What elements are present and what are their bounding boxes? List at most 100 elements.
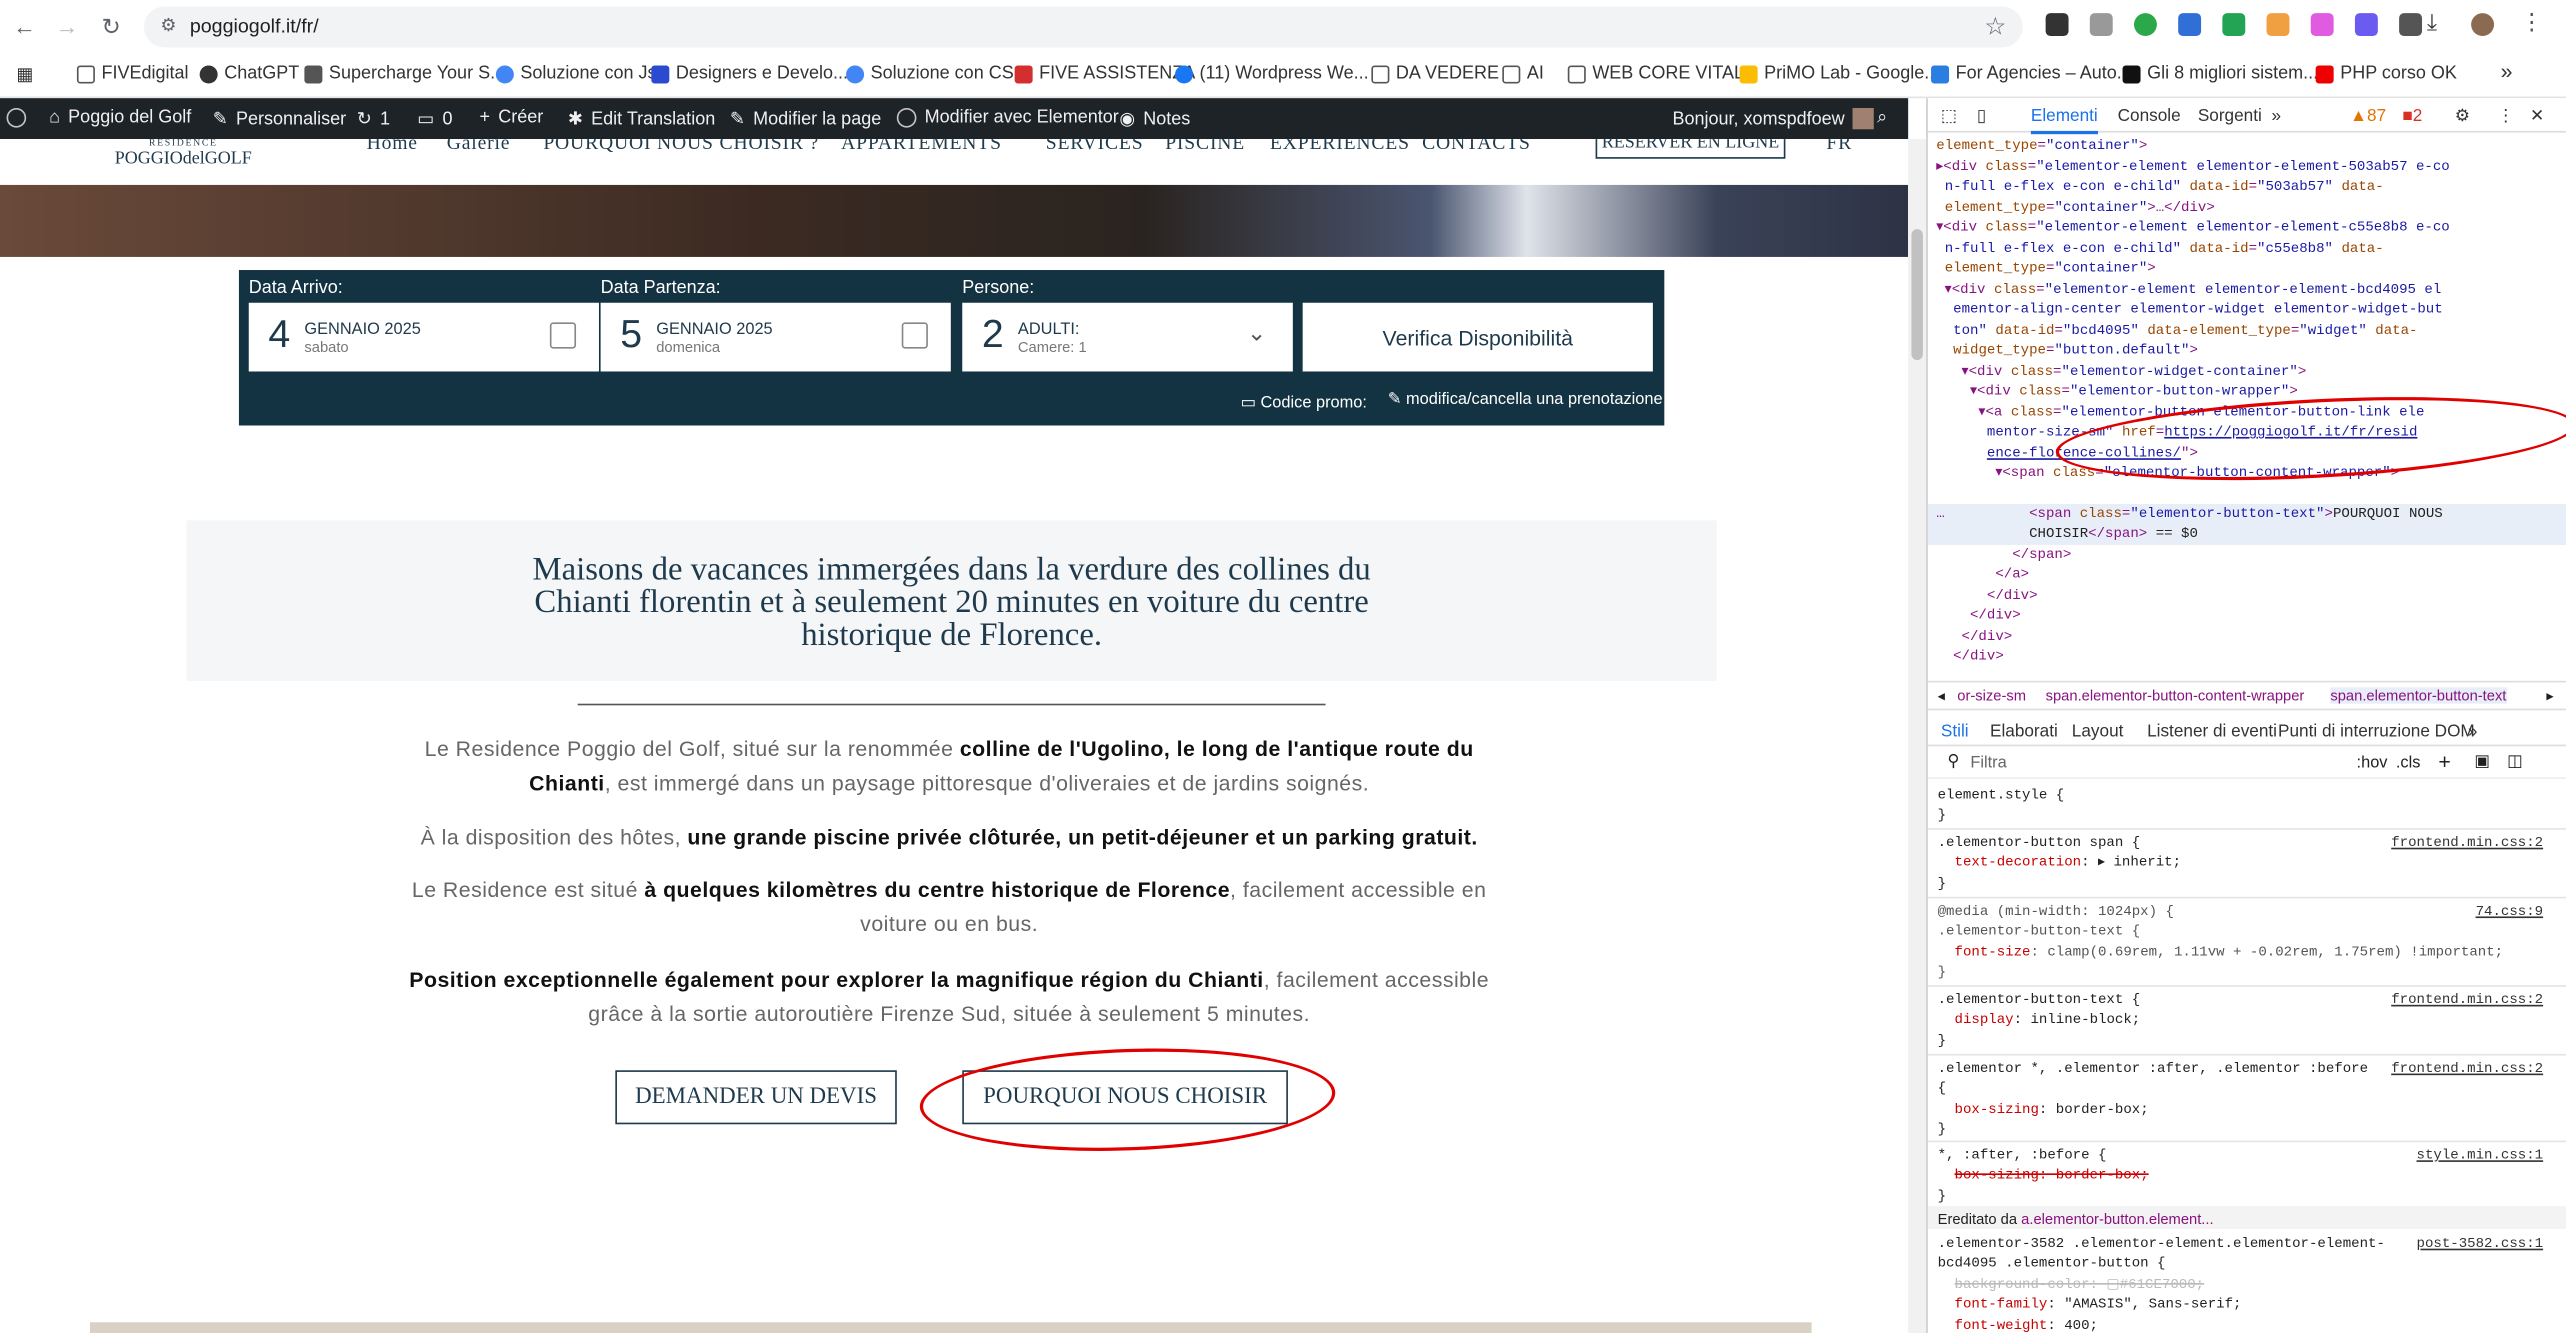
forward-icon[interactable]: → bbox=[56, 13, 79, 39]
bookmark-agencies[interactable]: For Agencies – Auto... bbox=[1931, 64, 2132, 83]
departure-date-field[interactable]: 5 GENNAIO 2025 domenica bbox=[600, 302, 951, 372]
wp-edit-page[interactable]: ✎ Modifier la page bbox=[730, 108, 881, 129]
apps-grid-icon[interactable]: ▦ bbox=[16, 64, 33, 85]
more-bookmarks-icon[interactable]: » bbox=[2501, 59, 2513, 84]
hov-toggle[interactable]: :hov bbox=[2357, 754, 2388, 772]
bookmark-migliori-sistemi[interactable]: Gli 8 migliori sistem... bbox=[2122, 64, 2318, 83]
bookmark-soluzione-css[interactable]: Soluzione con CSS bbox=[846, 64, 1026, 83]
crumb-size[interactable]: or-size-sm bbox=[1957, 687, 2026, 703]
back-icon[interactable]: ← bbox=[13, 13, 36, 39]
extension-orange-icon[interactable] bbox=[2266, 13, 2290, 37]
filter-input[interactable]: Filtra bbox=[1970, 754, 2006, 772]
download-icon[interactable]: ⤓ bbox=[2426, 8, 2450, 34]
bookmark-five-assistenza[interactable]: FIVE ASSISTENZA bbox=[1014, 64, 1195, 83]
site-info-icon[interactable]: ⚙ bbox=[160, 15, 176, 36]
extension-hex-icon[interactable] bbox=[2222, 13, 2246, 37]
bookmark-chatgpt[interactable]: ChatGPT bbox=[199, 64, 299, 83]
dom-tree: element_type="container"> ▸<div class="e… bbox=[1927, 133, 2566, 685]
menu-experiences[interactable]: EXPERIENCES bbox=[1270, 139, 1410, 155]
settings-gear-icon[interactable]: ⚙ bbox=[2455, 106, 2470, 126]
devtools-menu-icon[interactable]: ⋮ bbox=[2497, 106, 2514, 126]
menu-kebab-icon[interactable]: ⋮ bbox=[2520, 8, 2544, 34]
crumb-button-text[interactable]: span.elementor-button-text bbox=[2330, 687, 2507, 704]
extension-green-icon[interactable] bbox=[2133, 13, 2157, 37]
inspect-icon[interactable]: ⬚ bbox=[1941, 106, 1957, 126]
extension-pink-icon[interactable] bbox=[2310, 13, 2334, 37]
wp-site-name[interactable]: ⌂ Poggio del Golf bbox=[49, 108, 191, 128]
check-availability-button[interactable]: Verifica Disponibilità bbox=[1302, 302, 1653, 372]
wp-new[interactable]: + Créer bbox=[479, 108, 543, 128]
tab-sorgenti[interactable]: Sorgenti bbox=[2198, 106, 2262, 126]
wordpress-logo-icon[interactable] bbox=[6, 108, 27, 128]
profile-avatar[interactable] bbox=[2471, 13, 2495, 37]
bookmark-soluzione-js[interactable]: Soluzione con Js bbox=[495, 64, 657, 83]
cls-toggle[interactable]: .cls bbox=[2396, 754, 2421, 772]
menu-home[interactable]: Home bbox=[367, 139, 418, 155]
bookmark-wordpress[interactable]: (11) Wordpress We... bbox=[1175, 64, 1369, 83]
arrival-date-field[interactable]: 4 GENNAIO 2025 sabato bbox=[248, 302, 599, 372]
tab-listener[interactable]: Listener di eventi bbox=[2147, 722, 2277, 742]
more-tabs-icon[interactable]: » bbox=[2271, 106, 2281, 126]
close-icon[interactable]: ✕ bbox=[2530, 106, 2544, 126]
extension-d-icon[interactable] bbox=[2354, 13, 2378, 37]
errors-count[interactable]: ■2 bbox=[2402, 106, 2422, 126]
sidebar-toggle-icon[interactable]: ◫ bbox=[2507, 753, 2522, 771]
address-bar[interactable]: ⚙ poggiogolf.it/fr/ ☆ bbox=[144, 6, 2023, 48]
promo-code-link[interactable]: ▭ Codice promo: bbox=[1240, 394, 1366, 412]
rule-universal: *, :after, :before {style.min.css:1 box-… bbox=[1937, 1147, 2544, 1205]
persons-select[interactable]: 2 ADULTI: Camere: 1 ⌄ bbox=[962, 302, 1293, 372]
tab-layout[interactable]: Layout bbox=[2072, 722, 2124, 742]
menu-galerie[interactable]: Galerie bbox=[447, 139, 511, 155]
menu-pourquoi[interactable]: POURQUOI NOUS CHOISIR ? bbox=[543, 139, 819, 155]
bookmark-designers[interactable]: Designers e Develo... bbox=[651, 64, 848, 83]
add-rule-icon[interactable]: + bbox=[2438, 750, 2450, 775]
tab-elementi[interactable]: Elementi bbox=[2030, 106, 2098, 135]
tab-stili[interactable]: Stili bbox=[1941, 722, 1969, 742]
crumb-content-wrapper[interactable]: span.elementor-button-content-wrapper bbox=[2046, 687, 2305, 703]
bookmark-da-vedere[interactable]: DA VEDERE bbox=[1371, 64, 1499, 83]
device-toggle-icon[interactable]: ▯ bbox=[1977, 106, 1986, 126]
tab-elaborati[interactable]: Elaborati bbox=[1990, 722, 2058, 742]
menu-piscine[interactable]: PISCINE bbox=[1165, 139, 1245, 155]
extension-pen-icon[interactable] bbox=[2045, 13, 2069, 37]
bookmark-supercharge[interactable]: Supercharge Your S... bbox=[304, 64, 505, 83]
z-icon bbox=[2122, 64, 2141, 83]
wp-edit-translation[interactable]: ✱ Edit Translation bbox=[568, 108, 715, 129]
page-scrollbar[interactable] bbox=[1908, 139, 1927, 1333]
wp-comments[interactable]: ▭ 0 bbox=[417, 108, 452, 129]
tab-breakpoints[interactable]: Punti di interruzione DOM bbox=[2278, 722, 2475, 742]
bookmark-fivedigital[interactable]: FIVEdigital bbox=[76, 64, 189, 83]
request-quote-button[interactable]: DEMANDER UN DEVIS bbox=[615, 1070, 897, 1125]
wp-search-icon[interactable]: ⌕ bbox=[1877, 108, 1887, 129]
extension-blue-icon[interactable] bbox=[2178, 13, 2202, 37]
hero-image bbox=[0, 184, 1909, 257]
bookmark-primo-lab[interactable]: PriMO Lab - Google... bbox=[1739, 64, 1939, 83]
bookmark-php-corso[interactable]: PHP corso OK bbox=[2315, 64, 2457, 83]
menu-contacts[interactable]: CONTACTS bbox=[1422, 139, 1531, 155]
bookmark-ai[interactable]: AI bbox=[1502, 64, 1544, 83]
crumb-right-icon[interactable]: ▸ bbox=[2546, 687, 2553, 705]
extension-camera-icon[interactable] bbox=[2089, 13, 2113, 37]
wp-edit-elementor[interactable]: Modifier avec Elementor bbox=[896, 108, 1119, 128]
book-online-button[interactable]: RÉSERVER EN LIGNE bbox=[1595, 139, 1786, 159]
extensions-puzzle-icon[interactable] bbox=[2399, 13, 2423, 37]
language-switcher[interactable]: FR bbox=[1826, 139, 1852, 155]
scroll-thumb[interactable] bbox=[1911, 229, 1923, 361]
bookmark-web-core-vitals[interactable]: WEB CORE VITALS bbox=[1567, 64, 1756, 83]
style-brush-icon[interactable]: ▣ bbox=[2474, 753, 2489, 771]
reload-icon[interactable]: ↻ bbox=[101, 13, 120, 41]
menu-services[interactable]: SERVICES bbox=[1046, 139, 1144, 155]
wp-notes[interactable]: ◉ Notes bbox=[1119, 108, 1190, 129]
modify-booking-link[interactable]: ✎ modifica/cancella una prenotazione bbox=[1388, 391, 1663, 409]
menu-appartements[interactable]: APPARTEMENTS bbox=[841, 139, 1002, 155]
wp-updates[interactable]: ↻ 1 bbox=[357, 108, 390, 129]
warnings-count[interactable]: ▲87 bbox=[2350, 106, 2386, 126]
site-logo[interactable]: RESIDENCE POGGIOdelGOLF bbox=[101, 139, 265, 168]
more-style-tabs-icon[interactable]: » bbox=[2468, 722, 2478, 742]
wp-account[interactable]: Bonjour, xomspdfoew bbox=[1673, 108, 1875, 130]
wp-customize[interactable]: ✎ Personnaliser bbox=[213, 108, 346, 129]
crumb-left-icon[interactable]: ◂ bbox=[1938, 687, 1945, 705]
tab-console[interactable]: Console bbox=[2118, 106, 2181, 126]
bookmark-star-icon[interactable]: ☆ bbox=[1984, 11, 2006, 41]
paragraph-chianti: Position exceptionnelle également pour e… bbox=[409, 967, 1490, 1027]
